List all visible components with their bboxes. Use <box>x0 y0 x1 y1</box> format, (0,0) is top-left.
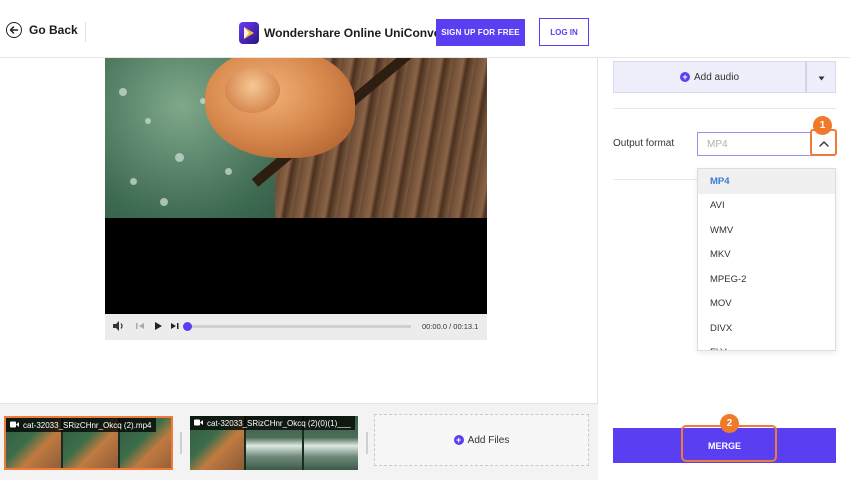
go-back-button[interactable]: Go Back <box>6 22 78 38</box>
foliage-dot <box>119 88 127 96</box>
clip-label: cat-32033_SRizCHnr_Okcq (2).mp4 <box>6 418 156 432</box>
foliage-dot <box>175 153 184 162</box>
video-frame <box>105 58 487 218</box>
format-option[interactable]: MPEG-2 <box>698 267 835 292</box>
add-files-label: Add Files <box>467 434 510 446</box>
foliage-dot <box>225 168 232 175</box>
player-controls: 00:00.0 / 00:13.1 <box>105 314 487 340</box>
cat-head <box>225 68 280 113</box>
header-divider <box>85 22 86 42</box>
brand[interactable]: Wondershare Online UniConverter <box>239 22 460 44</box>
add-audio-label: Add audio <box>693 71 740 83</box>
step-badge-2: 2 <box>720 414 739 433</box>
settings-panel: + Add audio Output format MP4 1 MP4 AVI … <box>599 58 850 480</box>
clip-label: cat-32033_SRizCHnr_Okcq (2)(0)(1)___ <box>190 416 355 430</box>
video-camera-icon <box>194 419 203 428</box>
video-camera-icon <box>10 421 19 430</box>
foliage-dot <box>130 178 137 185</box>
brand-name: Wondershare Online UniConverter <box>264 26 461 40</box>
format-option[interactable]: MP4 <box>698 169 835 194</box>
format-option[interactable]: WMV <box>698 218 835 243</box>
cat-body <box>205 58 355 158</box>
top-header: Go Back Wondershare Online UniConverter … <box>0 0 850 58</box>
drag-handle[interactable] <box>180 432 182 454</box>
log-in-button[interactable]: LOG IN <box>539 18 589 46</box>
clip-item[interactable]: cat-32033_SRizCHnr_Okcq (2).mp4 <box>4 416 173 470</box>
go-back-label: Go Back <box>29 23 78 37</box>
step-badge-1: 1 <box>813 116 832 135</box>
format-option[interactable]: MOV <box>698 292 835 317</box>
drag-handle[interactable] <box>366 432 368 454</box>
progress-track[interactable] <box>187 325 411 328</box>
chevron-up-icon <box>818 134 829 152</box>
sign-up-button[interactable]: SIGN UP FOR FREE <box>436 19 525 46</box>
plus-icon: + <box>679 72 690 82</box>
plus-icon: + <box>453 435 464 445</box>
add-files-button[interactable]: + Add Files <box>374 414 589 466</box>
foliage-dot <box>145 118 151 124</box>
foliage-dot <box>160 198 168 206</box>
format-option[interactable]: FLV <box>698 341 835 350</box>
preview-area: 00:00.0 / 00:13.1 cat-32033_SRizCHnr_Okc… <box>0 58 598 480</box>
clip-filename: cat-32033_SRizCHnr_Okcq (2)(0)(1)___ <box>207 418 351 428</box>
next-frame-icon[interactable] <box>170 319 180 338</box>
output-format-label: Output format <box>613 138 675 149</box>
volume-icon[interactable] <box>112 319 124 338</box>
clip-item[interactable]: cat-32033_SRizCHnr_Okcq (2)(0)(1)___ <box>190 416 358 470</box>
format-option[interactable]: AVI <box>698 194 835 219</box>
app-root: Go Back Wondershare Online UniConverter … <box>0 0 850 480</box>
clip-filename: cat-32033_SRizCHnr_Okcq (2).mp4 <box>23 420 152 430</box>
arrow-left-icon <box>6 22 22 38</box>
format-option[interactable]: DIVX <box>698 316 835 341</box>
play-icon[interactable] <box>153 319 163 338</box>
caret-down-icon <box>818 68 825 86</box>
clip-timeline: cat-32033_SRizCHnr_Okcq (2).mp4 cat-3203… <box>0 403 598 480</box>
previous-frame-icon[interactable] <box>135 319 145 338</box>
time-readout: 00:00.0 / 00:13.1 <box>422 322 479 331</box>
progress-handle[interactable] <box>183 322 192 331</box>
add-audio-button[interactable]: + Add audio <box>613 61 806 93</box>
add-audio-dropdown-button[interactable] <box>806 61 836 93</box>
divider <box>613 108 836 109</box>
format-option[interactable]: MKV <box>698 243 835 268</box>
uniconverter-logo-icon <box>239 22 259 44</box>
output-format-value: MP4 <box>707 138 728 150</box>
output-format-dropdown: MP4 AVI WMV MKV MPEG-2 MOV DIVX FLV <box>697 168 836 351</box>
video-player[interactable] <box>105 58 487 340</box>
